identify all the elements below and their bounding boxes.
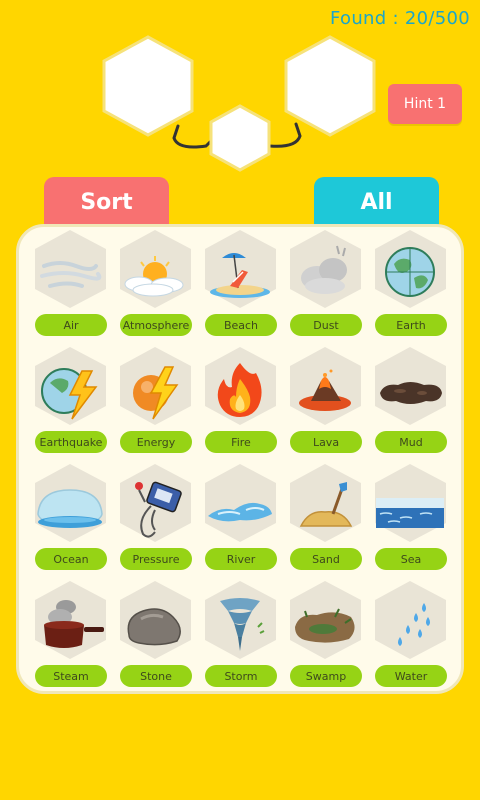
earthquake-icon	[41, 368, 98, 420]
dust-icon	[301, 245, 347, 294]
element-label: Steam	[35, 665, 107, 687]
element-label: Lava	[290, 431, 362, 453]
element-label: Ocean	[35, 548, 107, 570]
pressure-icon	[135, 481, 182, 538]
element-pressure[interactable]: Pressure	[113, 462, 198, 579]
element-earth[interactable]: Earth	[368, 228, 453, 345]
combine-slot-left[interactable]	[100, 34, 196, 138]
element-lava[interactable]: Lava	[283, 345, 368, 462]
element-label: Stone	[120, 665, 192, 687]
water-icon	[398, 603, 430, 646]
swamp-icon	[295, 608, 355, 643]
river-icon	[208, 502, 272, 522]
element-label: Swamp	[290, 665, 362, 687]
element-label: Beach	[205, 314, 277, 336]
beach-icon	[210, 253, 270, 298]
tab-sort[interactable]: Sort	[44, 177, 169, 227]
lava-icon	[299, 369, 351, 411]
steam-icon	[44, 600, 104, 648]
element-label: Earthquake	[35, 431, 107, 453]
ocean-icon	[37, 489, 103, 528]
earth-icon	[385, 247, 435, 297]
element-label: Air	[35, 314, 107, 336]
element-energy[interactable]: Energy	[113, 345, 198, 462]
element-stone[interactable]: Stone	[113, 579, 198, 696]
atmosphere-icon	[124, 256, 184, 297]
sea-icon	[376, 498, 444, 528]
element-label: Water	[375, 665, 447, 687]
element-label: Atmosphere	[120, 314, 192, 336]
element-atmosphere[interactable]: Atmosphere	[113, 228, 198, 345]
combine-slot-right[interactable]	[282, 34, 378, 138]
hint-button[interactable]: Hint 1	[388, 84, 462, 124]
mud-icon	[380, 382, 442, 404]
element-steam[interactable]: Steam	[28, 579, 113, 696]
sand-icon	[299, 482, 353, 527]
element-label: Energy	[120, 431, 192, 453]
element-label: Sea	[375, 548, 447, 570]
element-storm[interactable]: Storm	[198, 579, 283, 696]
element-sea[interactable]: Sea	[368, 462, 453, 579]
element-fire[interactable]: Fire	[198, 345, 283, 462]
element-mud[interactable]: Mud	[368, 345, 453, 462]
element-dust[interactable]: Dust	[283, 228, 368, 345]
tab-all[interactable]: All	[314, 177, 439, 227]
element-label: Pressure	[120, 548, 192, 570]
storm-icon	[220, 598, 265, 651]
air-icon	[40, 261, 102, 288]
element-water[interactable]: Water	[368, 579, 453, 696]
energy-icon	[133, 366, 179, 420]
element-earthquake[interactable]: Earthquake	[28, 345, 113, 462]
element-swamp[interactable]: Swamp	[283, 579, 368, 696]
element-label: Storm	[205, 665, 277, 687]
element-beach[interactable]: Beach	[198, 228, 283, 345]
elements-grid: Air Atmosphere Beach Dust Earth Earthqua…	[28, 228, 458, 696]
combine-result-slot	[209, 104, 271, 172]
element-ocean[interactable]: Ocean	[28, 462, 113, 579]
element-label: Sand	[290, 548, 362, 570]
fire-icon	[217, 363, 262, 417]
element-label: Mud	[375, 431, 447, 453]
element-label: Dust	[290, 314, 362, 336]
element-label: Earth	[375, 314, 447, 336]
stone-icon	[127, 608, 181, 646]
element-sand[interactable]: Sand	[283, 462, 368, 579]
element-river[interactable]: River	[198, 462, 283, 579]
element-label: Fire	[205, 431, 277, 453]
element-air[interactable]: Air	[28, 228, 113, 345]
element-label: River	[205, 548, 277, 570]
